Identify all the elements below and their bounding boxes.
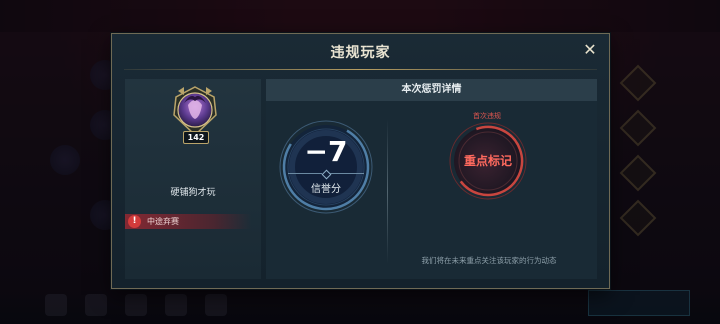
credit-score-label: 信誉分 [311, 184, 341, 195]
penalty-details-panel: 本次惩罚详情 −7 信誉分 首次违规 重点标记 我们将在未来重点关注该玩家的行为… [266, 79, 597, 279]
player-name: 硬铺狗才玩 [170, 188, 216, 198]
credit-score-dial: −7 信誉分 [276, 117, 376, 217]
warning-icon: ! [128, 215, 141, 228]
violation-player-dialog: 违规玩家 ✕ 142 硬铺狗才玩 ! 中途弃赛 本次惩罚详情 −7 信誉分 首次… [111, 33, 610, 289]
player-panel: 142 硬铺狗才玩 ! 中途弃赛 [125, 79, 261, 279]
monitoring-note: 我们将在未来重点关注该玩家的行为动态 [421, 256, 557, 265]
player-avatar: 142 [170, 85, 220, 144]
credit-dial-divider-right [330, 173, 364, 174]
penalty-details-header: 本次惩罚详情 [266, 79, 597, 101]
occurrence-label: 首次违规 [473, 112, 501, 120]
player-level-badge: 142 [183, 131, 209, 144]
credit-dial-divider-left [288, 173, 322, 174]
penalty-divider [387, 119, 388, 264]
close-button[interactable]: ✕ [581, 41, 599, 59]
title-divider [124, 69, 597, 70]
violation-type-label: 中途弃赛 [147, 217, 179, 226]
credit-score-change: −7 [304, 135, 348, 168]
violation-type-tag: ! 中途弃赛 [125, 214, 251, 229]
key-mark-dial: 重点标记 [448, 121, 528, 201]
dialog-title: 违规玩家 [330, 45, 391, 61]
key-mark-label: 重点标记 [463, 154, 512, 168]
